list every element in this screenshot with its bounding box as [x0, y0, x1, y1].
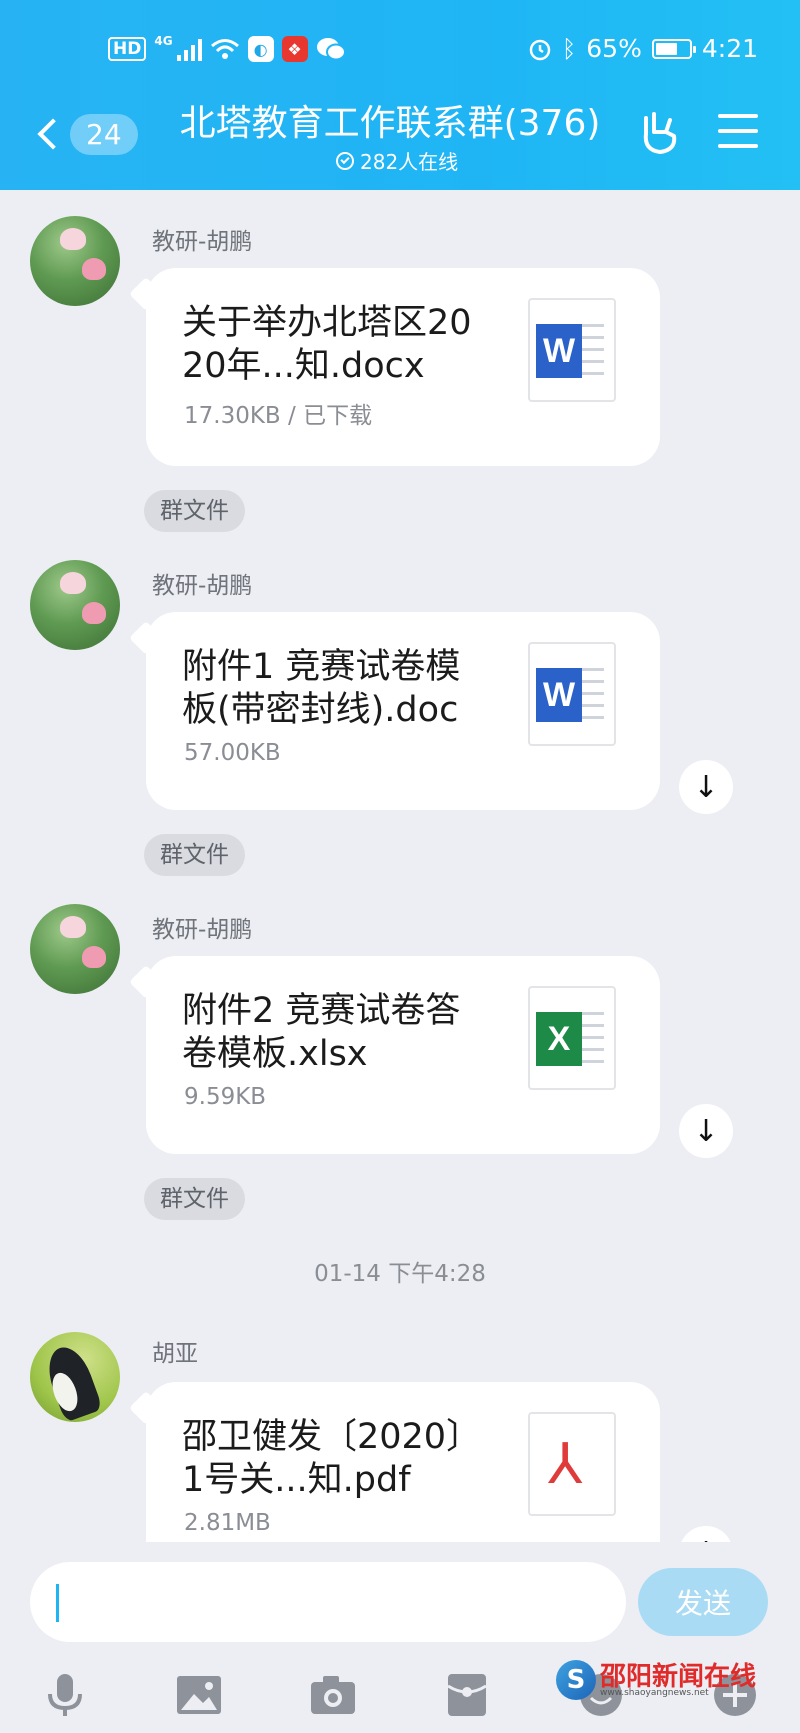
sender-avatar[interactable]	[30, 904, 120, 994]
hd-badge: HD	[108, 37, 147, 61]
back-button[interactable]: 24	[34, 108, 144, 160]
file-name: 邵卫健发〔2020〕1号关...知.pdf	[182, 1417, 464, 1500]
watermark-logo: S	[556, 1660, 596, 1700]
sender-avatar[interactable]	[30, 560, 120, 650]
file-name: 关于举办北塔区2020年...知.docx	[182, 303, 472, 386]
pdf-file-icon: ⅄	[528, 1412, 616, 1516]
menu-icon[interactable]	[718, 114, 758, 148]
message-input[interactable]	[30, 1562, 626, 1642]
group-file-tag[interactable]: 群文件	[144, 834, 245, 876]
file-meta: 57.00KB	[184, 740, 281, 766]
image-icon[interactable]	[174, 1670, 224, 1720]
sender-avatar[interactable]	[30, 216, 120, 306]
message-list[interactable]: 教研-胡鹏 关于举办北塔区2020年...知.docx 17.30KB / 已下…	[0, 190, 800, 1542]
download-button[interactable]: ↓	[679, 1526, 733, 1542]
sender-name: 教研-胡鹏	[152, 229, 253, 255]
file-message[interactable]: 邵卫健发〔2020〕1号关...知.pdf 2.81MB ⅄	[146, 1382, 660, 1542]
file-message[interactable]: 附件1 竞赛试卷模板(带密封线).doc 57.00KB W	[146, 612, 660, 810]
red-packet-icon[interactable]	[442, 1670, 492, 1720]
sender-name: 胡亚	[152, 1341, 198, 1367]
pdf-icon: ⅄	[548, 1432, 583, 1497]
file-message[interactable]: 关于举办北塔区2020年...知.docx 17.30KB / 已下载 W	[146, 268, 660, 466]
app-notification-icon: ◐	[247, 36, 274, 62]
status-right: ᛒ 65% 4:21	[528, 34, 758, 63]
file-name: 附件1 竞赛试卷模板(带密封线).doc	[182, 647, 461, 730]
text-caret	[56, 1584, 59, 1622]
unread-count-badge: 24	[70, 113, 138, 155]
file-message[interactable]: 附件2 竞赛试卷答卷模板.xlsx 9.59KB X	[146, 956, 660, 1154]
battery-icon	[651, 38, 696, 59]
mic-icon[interactable]	[40, 1670, 90, 1720]
download-button[interactable]: ↓	[679, 760, 733, 814]
sender-avatar[interactable]	[30, 1332, 120, 1422]
online-status[interactable]: 282人在线	[336, 146, 458, 175]
camera-icon[interactable]	[308, 1670, 358, 1720]
alarm-icon	[529, 39, 551, 60]
file-meta: 9.59KB	[184, 1084, 267, 1110]
download-button[interactable]: ↓	[679, 1104, 733, 1158]
input-bar: 发送 S 邵阳新闻在线 www.shaoyangnews.net	[0, 1542, 800, 1733]
word-file-icon: W	[528, 298, 616, 402]
word-file-icon: W	[528, 642, 616, 746]
battery-percent: 65%	[586, 34, 642, 63]
chat-header: HD 4G ◐ ❖ ᛒ 65% 4:21 24 北塔教育工作联系群(376) 2…	[0, 0, 800, 190]
sender-name: 教研-胡鹏	[152, 573, 253, 599]
news-watermark: S 邵阳新闻在线 www.shaoyangnews.net	[556, 1652, 756, 1712]
bluetooth-icon: ᛒ	[561, 34, 577, 63]
sender-name: 教研-胡鹏	[152, 917, 253, 943]
group-file-tag[interactable]: 群文件	[144, 490, 245, 532]
group-file-tag[interactable]: 群文件	[144, 1178, 245, 1220]
chevron-left-icon	[37, 118, 69, 150]
send-button[interactable]: 发送	[638, 1568, 768, 1636]
wechat-icon	[316, 38, 346, 61]
network-type: 4G	[154, 34, 173, 48]
chat-screen: HD 4G ◐ ❖ ᛒ 65% 4:21 24 北塔教育工作联系群(376) 2…	[0, 0, 800, 1733]
clock: 4:21	[701, 34, 758, 63]
online-check-icon	[336, 151, 354, 170]
group-title[interactable]: 北塔教育工作联系群(376)	[170, 94, 610, 146]
file-meta: 17.30KB / 已下载	[184, 403, 373, 429]
status-bar: HD 4G ◐ ❖ ᛒ 65% 4:21	[0, 30, 800, 70]
wifi-icon	[210, 39, 239, 59]
signal-icon	[176, 37, 202, 61]
shop-notification-icon: ❖	[281, 36, 308, 62]
online-count: 282人在线	[360, 150, 459, 174]
watermark-url: www.shaoyangnews.net	[600, 1688, 709, 1698]
file-meta: 2.81MB	[184, 1510, 271, 1536]
hand-gesture-icon[interactable]	[636, 110, 682, 156]
file-name: 附件2 竞赛试卷答卷模板.xlsx	[182, 991, 461, 1074]
status-left: HD 4G ◐ ❖	[108, 34, 346, 62]
message-timestamp: 01-14 下午4:28	[314, 1261, 486, 1287]
excel-file-icon: X	[528, 986, 616, 1090]
